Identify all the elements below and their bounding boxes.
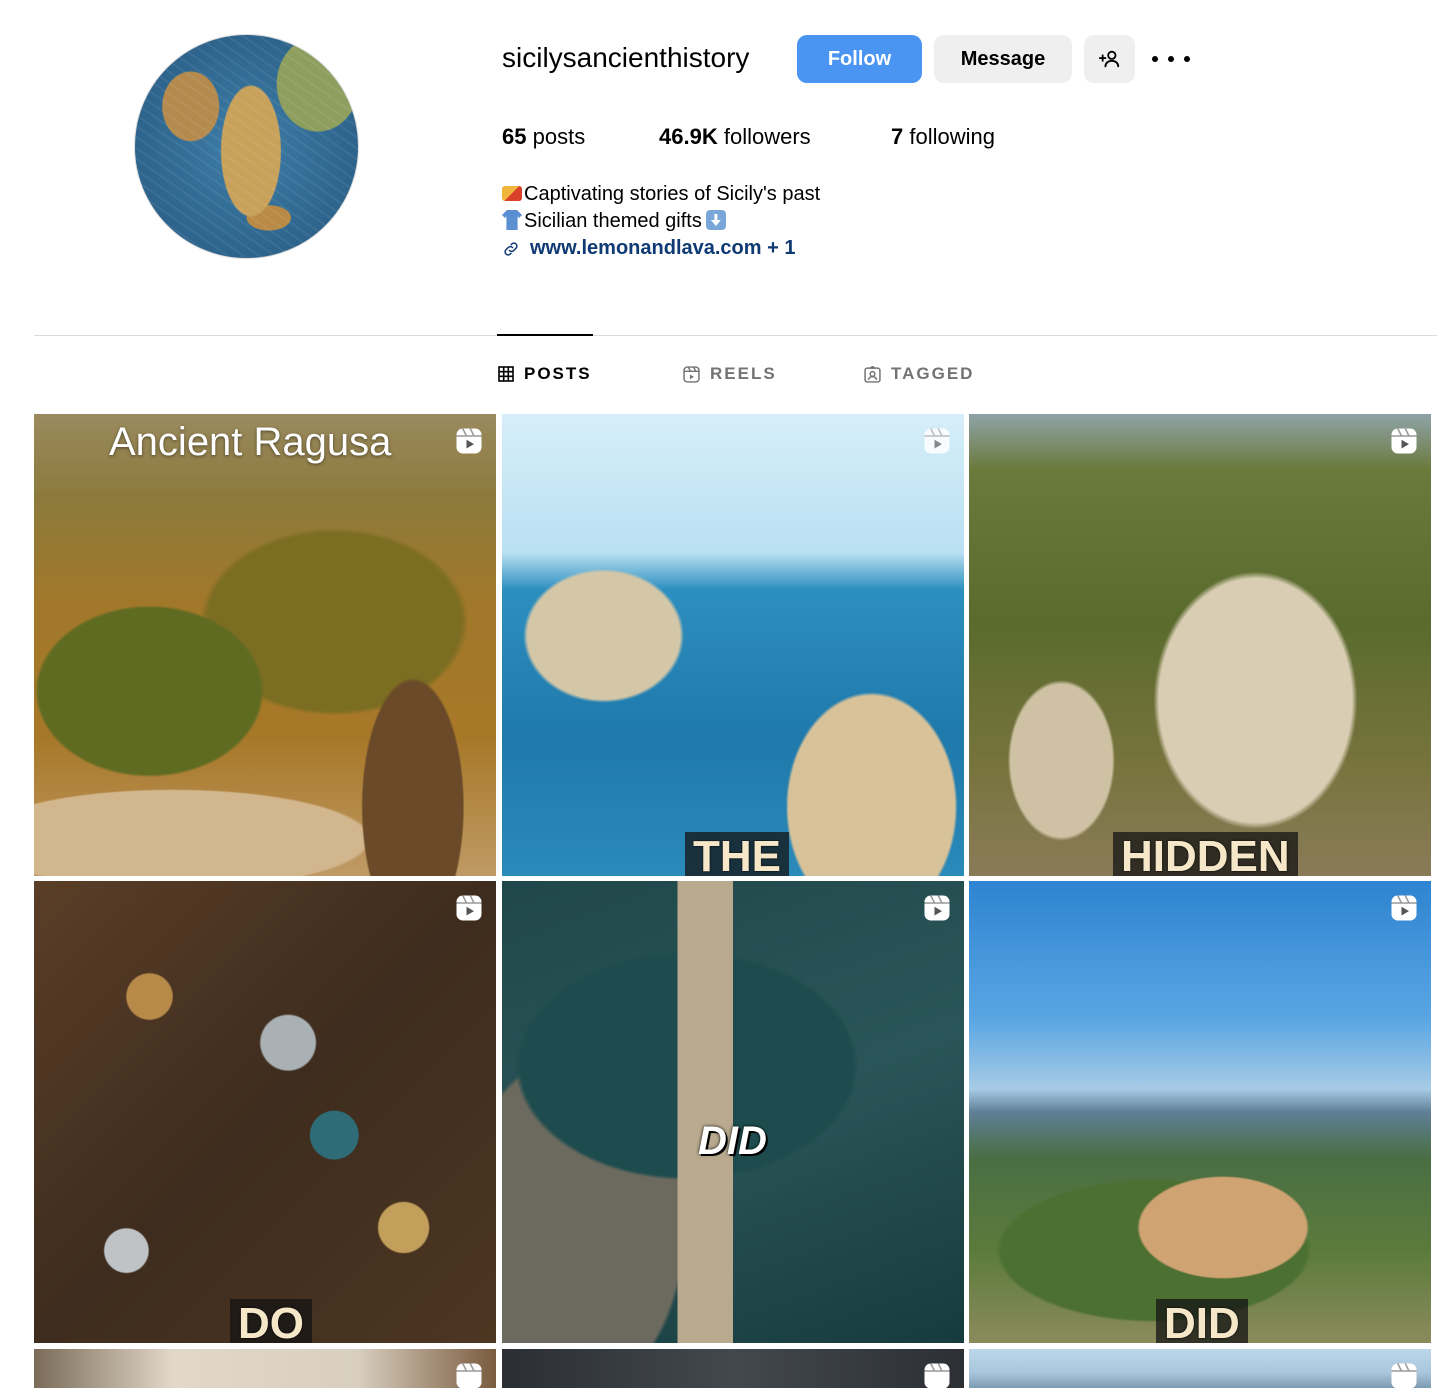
tabs-divider: [34, 335, 1437, 336]
following-count: 7: [891, 124, 904, 149]
post-caption: Ancient Ragusa: [109, 420, 392, 464]
active-tab-indicator: [497, 334, 593, 336]
tab-reels-label: REELS: [710, 364, 777, 383]
bio-line-2: Sicilian themed gifts: [502, 210, 728, 233]
post-tile[interactable]: HIDDEN: [969, 414, 1431, 876]
post-tile[interactable]: THE: [502, 414, 964, 876]
tab-tagged[interactable]: TAGGED: [864, 364, 974, 384]
reels-icon: [683, 365, 700, 383]
shirt-icon: [502, 210, 522, 230]
reel-icon: [924, 1363, 950, 1388]
post-tile[interactable]: DID: [969, 881, 1431, 1343]
posts-count: 65: [502, 124, 527, 149]
tab-posts[interactable]: POSTS: [498, 364, 592, 384]
grid-icon: [498, 366, 514, 382]
down-arrow-icon: [705, 210, 726, 230]
post-tile[interactable]: [969, 1349, 1431, 1388]
post-caption: HIDDEN: [1113, 832, 1298, 876]
tagged-icon: [864, 365, 881, 383]
post-caption: DO: [230, 1299, 312, 1343]
reel-icon: [456, 428, 482, 454]
reel-icon: [924, 895, 950, 921]
bio-text-2: Sicilian themed gifts: [524, 210, 702, 232]
profile-username: sicilysancienthistory: [502, 42, 750, 73]
bio-text-1: Captivating stories of Sicily's past: [524, 183, 821, 205]
post-tile[interactable]: [34, 1349, 496, 1388]
followers-count: 46.9K: [659, 124, 718, 149]
follow-button[interactable]: Follow: [797, 35, 922, 83]
tab-posts-label: POSTS: [524, 364, 592, 383]
reel-icon: [924, 428, 950, 454]
reel-icon: [456, 895, 482, 921]
post-tile[interactable]: DID: [502, 881, 964, 1343]
profile-avatar[interactable]: [134, 34, 359, 259]
reel-icon: [1391, 1363, 1417, 1388]
following-label: following: [909, 124, 995, 149]
bio-link[interactable]: www.lemonandlava.com + 1: [502, 237, 795, 260]
reel-icon: [1391, 428, 1417, 454]
more-options-icon[interactable]: [1152, 46, 1190, 72]
post-caption: THE: [685, 832, 789, 876]
tab-tagged-label: TAGGED: [891, 364, 975, 383]
reel-icon: [1391, 895, 1417, 921]
sicily-flag-icon: [502, 186, 522, 201]
post-tile[interactable]: [502, 1349, 964, 1388]
post-caption: DID: [1156, 1299, 1248, 1343]
stat-followers[interactable]: 46.9K followers: [659, 124, 811, 150]
suggested-users-button[interactable]: [1084, 35, 1135, 83]
posts-label: posts: [532, 124, 586, 149]
stat-posts: 65 posts: [502, 124, 585, 150]
link-icon: [504, 241, 518, 256]
reel-icon: [456, 1363, 482, 1388]
post-tile[interactable]: DO: [34, 881, 496, 1343]
stat-following[interactable]: 7 following: [891, 124, 995, 150]
post-tile[interactable]: Ancient Ragusa: [34, 414, 496, 876]
message-button[interactable]: Message: [934, 35, 1072, 83]
tab-reels[interactable]: REELS: [683, 364, 777, 384]
followers-label: followers: [723, 124, 811, 149]
bio-link-text: www.lemonandlava.com + 1: [530, 237, 796, 259]
bio-line-1: Captivating stories of Sicily's past: [502, 183, 820, 206]
add-user-icon: [1098, 50, 1119, 68]
post-caption: DID: [698, 1119, 767, 1163]
